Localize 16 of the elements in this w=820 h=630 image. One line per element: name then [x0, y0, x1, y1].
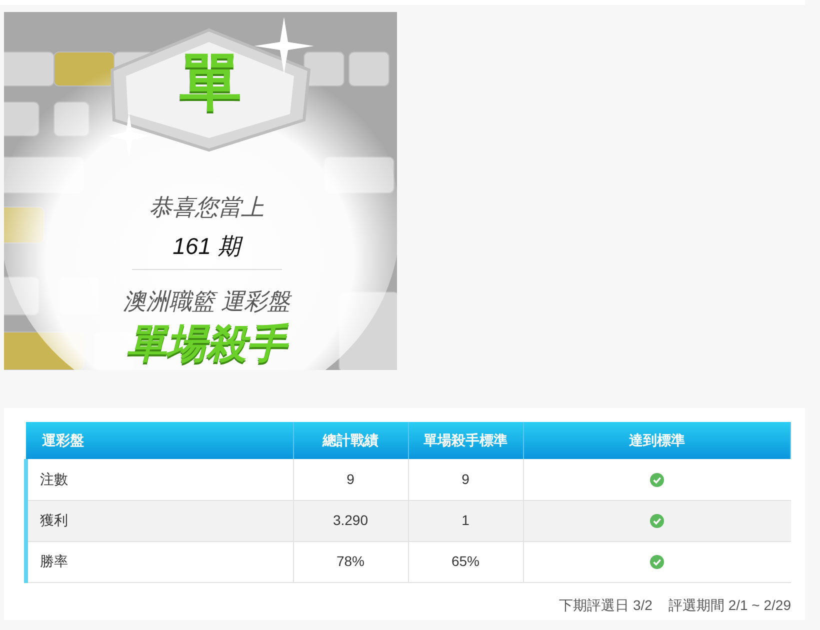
table-cell: 78% [293, 541, 408, 582]
table-cell: 獲利 [26, 500, 293, 541]
badge-emblem: 單 [180, 52, 242, 114]
table-cell: 65% [408, 541, 523, 582]
greeting-text: 恭喜您當上 [149, 193, 264, 222]
league-text: 澳洲職籃 運彩盤 [122, 287, 290, 316]
period-text: 161 期 [172, 228, 240, 263]
table-cell: 勝率 [26, 541, 293, 582]
period-range-text: 評選期間 2/1 ~ 2/29 [668, 596, 791, 614]
table-cell: 3.290 [293, 500, 408, 541]
table-cell: 9 [408, 459, 523, 500]
badge-title: 單場殺手 [126, 318, 286, 368]
table-cell: 1 [408, 500, 523, 541]
table-cell: 9 [293, 459, 408, 500]
next-date-text: 下期評選日 3/2 [559, 596, 652, 614]
table-cell: 注數 [26, 459, 293, 500]
